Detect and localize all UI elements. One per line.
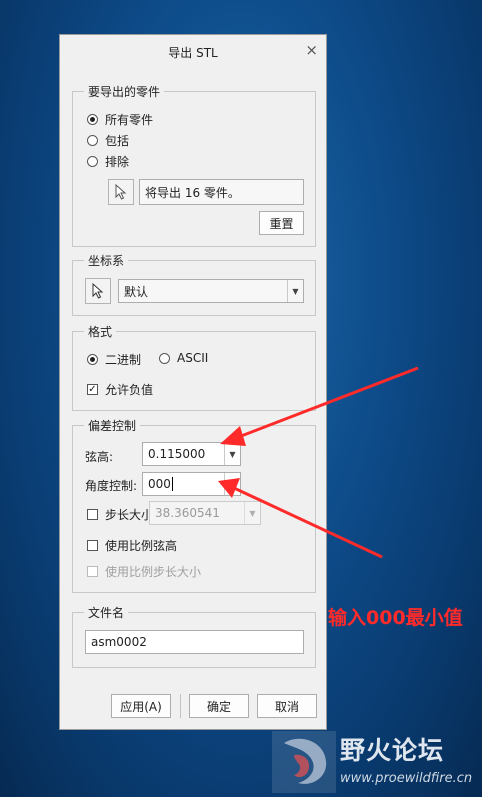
radio-include-label: 包括 — [105, 134, 130, 148]
radio-include[interactable]: 包括 — [87, 132, 129, 149]
export-stl-dialog: 导出 STL × 要导出的零件 所有零件 包括 排除 将导出 16 零件。 重置… — [59, 34, 327, 730]
dialog-titlebar: 导出 STL × — [60, 35, 326, 67]
radio-exclude[interactable]: 排除 — [87, 153, 129, 170]
radio-all-parts[interactable]: 所有零件 — [87, 111, 153, 128]
button-separator — [180, 694, 181, 718]
ratio-chord-checkbox[interactable]: 使用比例弦高 — [87, 537, 177, 554]
apply-button-label: 应用(A) — [120, 699, 162, 714]
radio-indicator[interactable] — [87, 354, 98, 365]
step-size-value: 38.360541 — [155, 506, 220, 520]
reset-button[interactable]: 重置 — [259, 211, 304, 235]
step-size-input: 38.360541 ▼ — [149, 501, 261, 525]
radio-ascii[interactable]: ASCII — [159, 351, 208, 365]
parts-info-text: 将导出 16 零件。 — [145, 185, 240, 200]
checkbox-box — [87, 566, 98, 577]
allow-negative-checkbox[interactable]: ✓ 允许负值 — [87, 381, 153, 398]
watermark-url: www.proewildfire.cn — [340, 771, 473, 786]
parts-info-field: 将导出 16 零件。 — [139, 179, 304, 205]
checkbox-box[interactable] — [87, 540, 98, 551]
pointer-arrow-icon — [92, 283, 104, 299]
format-group-title: 格式 — [84, 323, 117, 340]
format-group: 格式 二进制 ASCII ✓ 允许负值 — [72, 323, 316, 411]
filename-group: 文件名 asm0002 — [72, 604, 316, 668]
fire-logo-icon — [272, 731, 336, 793]
cancel-button[interactable]: 取消 — [257, 694, 317, 718]
chord-height-label: 弦高: — [85, 450, 114, 464]
radio-indicator[interactable] — [87, 114, 98, 125]
ratio-step-label: 使用比例步长大小 — [105, 565, 202, 579]
filename-input[interactable]: asm0002 — [85, 630, 304, 654]
select-coord-button[interactable] — [85, 278, 111, 304]
allow-negative-label: 允许负值 — [105, 383, 154, 397]
deviation-group: 偏差控制 弦高: 0.115000 ▼ 角度控制: 000 ▼ 步长大小: 38… — [72, 417, 316, 593]
checkbox-box[interactable] — [87, 509, 98, 520]
chord-height-value: 0.115000 — [148, 447, 206, 461]
parts-group-title: 要导出的零件 — [84, 83, 165, 100]
parts-group: 要导出的零件 所有零件 包括 排除 将导出 16 零件。 重置 — [72, 83, 316, 247]
angle-control-value: 000 — [148, 477, 171, 491]
radio-ascii-label: ASCII — [177, 351, 209, 365]
deviation-group-title: 偏差控制 — [84, 417, 141, 434]
angle-control-input[interactable]: 000 ▼ — [142, 472, 241, 496]
annotation-text: 输入000最小值 — [328, 607, 463, 629]
pointer-arrow-icon — [115, 184, 127, 200]
radio-exclude-label: 排除 — [105, 155, 130, 169]
text-cursor — [171, 477, 173, 491]
radio-all-parts-label: 所有零件 — [105, 113, 154, 127]
step-size-checkbox[interactable]: 步长大小: — [87, 506, 157, 523]
coord-select-value: 默认 — [124, 284, 149, 299]
watermark-title: 野火论坛 — [340, 736, 445, 765]
chevron-down-icon: ▼ — [244, 502, 260, 524]
checkmark-icon[interactable]: ✓ — [87, 384, 98, 395]
ratio-chord-label: 使用比例弦高 — [105, 539, 178, 553]
radio-indicator[interactable] — [87, 135, 98, 146]
apply-button[interactable]: 应用(A) — [111, 694, 171, 718]
radio-binary-label: 二进制 — [105, 353, 142, 367]
watermark: 野火论坛 www.proewildfire.cn — [272, 731, 482, 797]
chevron-down-icon[interactable]: ▼ — [287, 280, 303, 302]
dialog-title: 导出 STL — [168, 46, 218, 60]
filename-value: asm0002 — [91, 635, 147, 649]
close-icon[interactable]: × — [305, 41, 318, 59]
coord-select[interactable]: 默认 ▼ — [118, 279, 304, 303]
chevron-down-icon[interactable]: ▼ — [224, 443, 240, 465]
select-parts-button[interactable] — [108, 179, 134, 205]
angle-control-label: 角度控制: — [85, 479, 138, 493]
chevron-down-icon[interactable]: ▼ — [224, 473, 240, 495]
filename-group-title: 文件名 — [84, 604, 129, 621]
coord-group: 坐标系 默认 ▼ — [72, 252, 316, 316]
radio-indicator[interactable] — [159, 352, 170, 364]
ok-button[interactable]: 确定 — [189, 694, 249, 718]
chord-height-input[interactable]: 0.115000 ▼ — [142, 442, 241, 466]
ratio-step-checkbox: 使用比例步长大小 — [87, 563, 201, 580]
coord-group-title: 坐标系 — [84, 252, 129, 269]
radio-indicator[interactable] — [87, 156, 98, 167]
radio-binary[interactable]: 二进制 — [87, 351, 141, 368]
